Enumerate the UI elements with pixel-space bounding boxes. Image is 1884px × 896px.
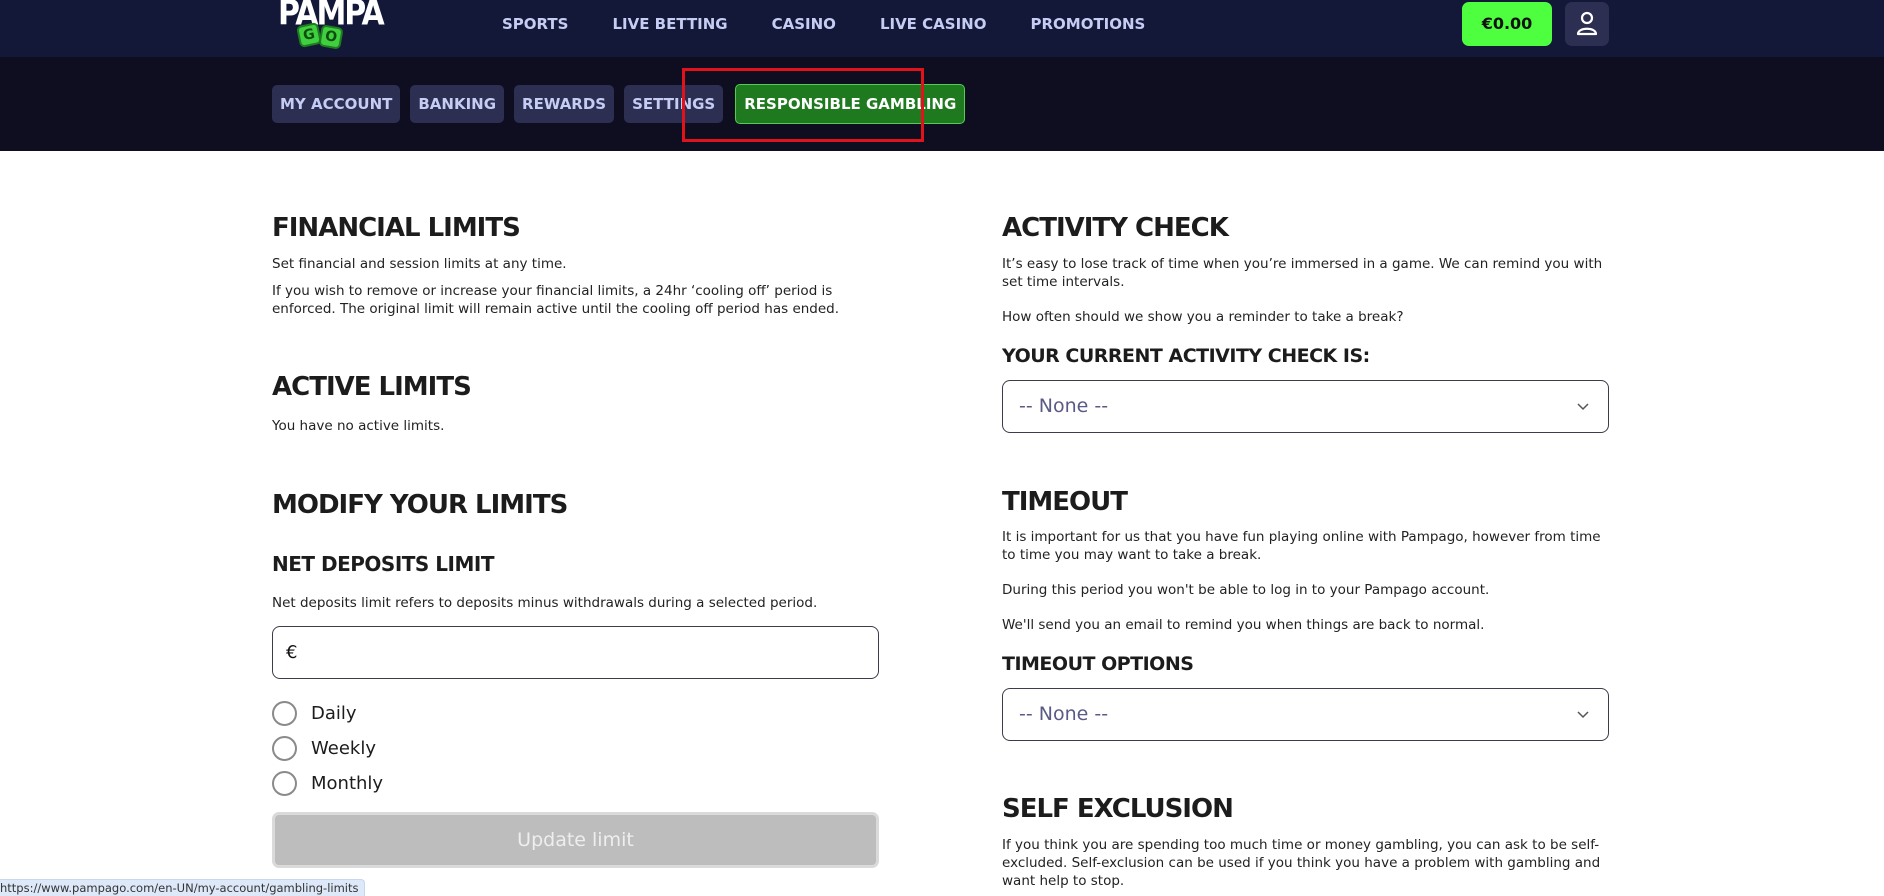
period-option-monthly[interactable]: Monthly [272,771,383,796]
activity-check-select[interactable]: -- None -- [1002,380,1609,433]
nav-casino[interactable]: CASINO [772,15,836,33]
chevron-down-icon [1577,711,1589,719]
self-exclusion-desc: If you think you are spending too much t… [1002,837,1601,889]
financial-limits-desc: Set financial and session limits at any … [272,256,567,272]
net-deposit-amount-field[interactable]: € [272,626,879,679]
user-account-button[interactable] [1565,2,1609,46]
current-activity-check-label: YOUR CURRENT ACTIVITY CHECK IS: [1002,345,1370,367]
self-exclusion-heading: SELF EXCLUSION [1002,794,1234,824]
active-limits-desc: You have no active limits. [272,418,445,434]
activity-check-selected-value: -- None -- [1019,395,1109,417]
net-deposits-heading: NET DEPOSITS LIMIT [272,552,494,576]
active-limits-heading: ACTIVE LIMITS [272,372,472,402]
top-navigation-bar: PAMPA G O SPORTS LIVE BETTING CASINO LIV… [0,0,1884,57]
activity-check-question: How often should we show you a reminder … [1002,309,1404,325]
net-deposit-amount-input[interactable] [309,635,869,671]
radio-label-daily: Daily [311,703,357,724]
user-icon [1576,11,1598,36]
timeout-desc-3: We'll send you an email to remind you wh… [1002,617,1485,633]
timeout-heading: TIMEOUT [1002,487,1128,517]
modify-limits-heading: MODIFY YOUR LIMITS [272,490,568,520]
radio-daily[interactable] [272,701,297,726]
radio-monthly[interactable] [272,771,297,796]
account-subnav: MY ACCOUNT BANKING REWARDS SETTINGS RESP… [0,57,1884,151]
logo-die-o: O [318,24,344,50]
logo-dice: G O [295,21,344,50]
tab-my-account[interactable]: MY ACCOUNT [272,85,401,123]
tab-rewards[interactable]: REWARDS [514,85,615,123]
timeout-options-select[interactable]: -- None -- [1002,688,1609,741]
period-option-weekly[interactable]: Weekly [272,736,376,761]
nav-live-casino[interactable]: LIVE CASINO [880,15,987,33]
pampago-logo[interactable]: PAMPA G O [278,0,385,52]
net-deposits-desc: Net deposits limit refers to deposits mi… [272,595,818,611]
radio-label-weekly: Weekly [311,738,376,759]
activity-check-heading: ACTIVITY CHECK [1002,213,1229,243]
highlight-annotation-box [682,68,924,142]
timeout-desc-2: During this period you won't be able to … [1002,582,1490,598]
timeout-selected-value: -- None -- [1019,703,1109,725]
tab-banking[interactable]: BANKING [410,85,505,123]
main-nav: SPORTS LIVE BETTING CASINO LIVE CASINO P… [502,0,1189,48]
timeout-desc-1: It is important for us that you have fun… [1002,529,1601,563]
radio-label-monthly: Monthly [311,773,384,794]
activity-check-desc: It’s easy to lose track of time when you… [1002,256,1603,290]
radio-weekly[interactable] [272,736,297,761]
euro-symbol: € [286,642,298,663]
browser-status-url: https://www.pampago.com/en-UN/my-account… [0,879,366,896]
financial-limits-heading: FINANCIAL LIMITS [272,213,521,243]
nav-live-betting[interactable]: LIVE BETTING [612,15,727,33]
nav-promotions[interactable]: PROMOTIONS [1030,15,1145,33]
update-limit-button[interactable]: Update limit [272,812,879,868]
timeout-options-label: TIMEOUT OPTIONS [1002,653,1194,675]
cooling-off-desc: If you wish to remove or increase your f… [272,283,840,317]
period-option-daily[interactable]: Daily [272,701,357,726]
chevron-down-icon [1577,403,1589,411]
nav-sports[interactable]: SPORTS [502,15,568,33]
balance-button[interactable]: €0.00 [1462,2,1552,46]
logo-die-g: G [295,21,323,49]
